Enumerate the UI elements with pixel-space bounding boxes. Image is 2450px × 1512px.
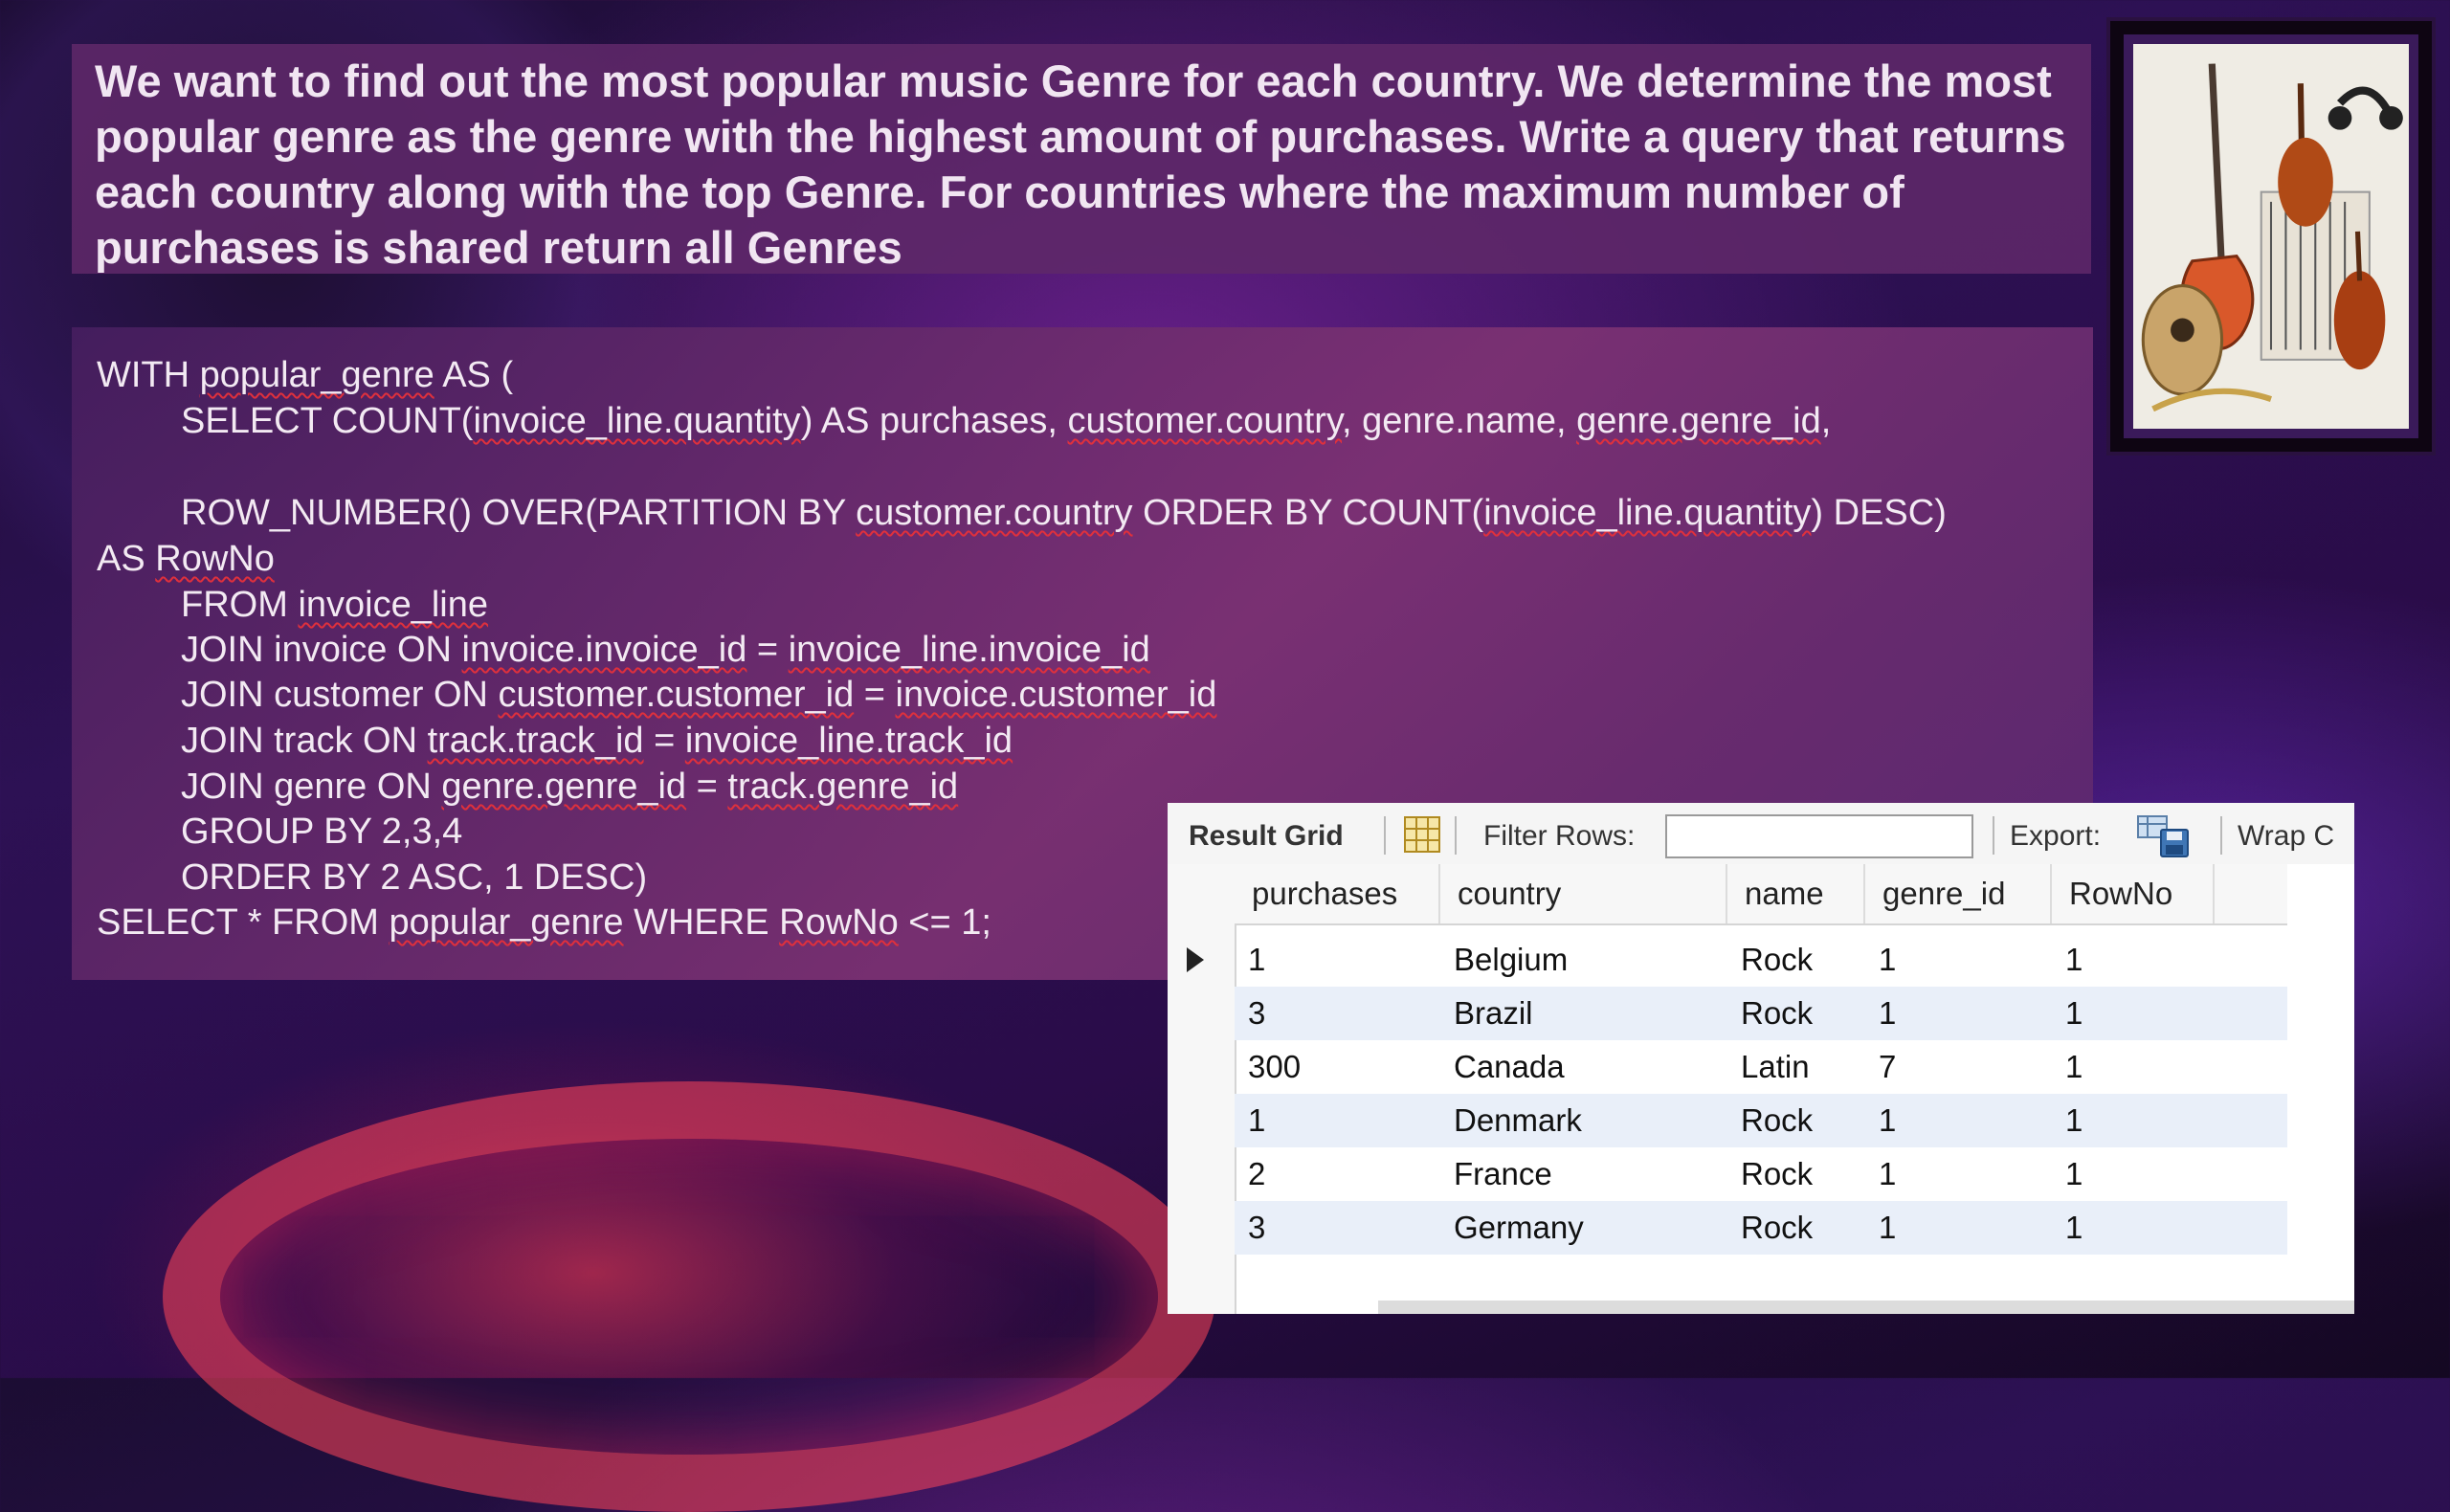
horizontal-scrollbar[interactable] [1378,1301,2354,1314]
code-line-10: GROUP BY 2,3,4 [181,812,463,852]
cell-purchases[interactable]: 2 [1235,1147,1440,1201]
cell-genre-id[interactable]: 1 [1865,1147,2052,1201]
cell-country[interactable]: Germany [1440,1201,1727,1255]
question-box: We want to find out the most popular mus… [72,44,2091,274]
toolbar-separator [1455,816,1457,855]
result-grid[interactable]: purchases country name genre_id RowNo 1 … [1168,864,2354,1314]
instruments-picture-frame [2110,21,2432,452]
cell-country[interactable]: Canada [1440,1040,1727,1094]
cell-name[interactable]: Rock [1727,987,1865,1040]
cell-genre-id[interactable]: 7 [1865,1040,2052,1094]
instruments-illustration [2133,44,2409,429]
wrap-cell-button[interactable]: Wrap C [2238,820,2334,853]
result-grid-icon[interactable] [1402,814,1442,862]
filter-rows-label: Filter Rows: [1483,820,1636,852]
question-text: We want to find out the most popular mus… [95,56,2066,273]
column-header-purchases[interactable]: purchases [1235,864,1440,923]
cell-name[interactable]: Rock [1727,1147,1865,1201]
table-row[interactable]: 2 France Rock 1 1 [1235,1147,2287,1201]
code-line-4: AS RowNo [97,539,275,579]
cell-purchases[interactable]: 1 [1235,1094,1440,1147]
cell-genre-id[interactable]: 1 [1865,933,2052,987]
filter-rows-input[interactable] [1665,814,1973,858]
export-label: Export: [2010,820,2102,852]
column-header-genre-id[interactable]: genre_id [1865,864,2052,923]
cell-name[interactable]: Rock [1727,933,1865,987]
cell-purchases[interactable]: 3 [1235,1201,1440,1255]
current-row-pointer-icon [1187,947,1204,972]
cell-country[interactable]: France [1440,1147,1727,1201]
table-row[interactable]: 3 Brazil Rock 1 1 [1235,987,2287,1040]
table-row[interactable]: 1 Belgium Rock 1 1 [1235,933,2287,987]
code-line-8: JOIN track ON track.track_id = invoice_l… [181,721,1013,761]
table-row[interactable]: 3 Germany Rock 1 1 [1235,1201,2287,1255]
code-line-12: SELECT * FROM popular_genre WHERE RowNo … [97,902,991,943]
code-line-11: ORDER BY 2 ASC, 1 DESC) [181,857,648,898]
code-line-5: FROM invoice_line [181,585,489,625]
result-grid-tab[interactable]: Result Grid [1189,820,1344,853]
code-line-3: ROW_NUMBER() OVER(PARTITION BY customer.… [181,493,1947,533]
cell-rowno[interactable]: 1 [2052,1094,2215,1147]
background-turntable-ring [163,1081,1215,1512]
column-header-country[interactable]: country [1440,864,1727,923]
result-toolbar: Result Grid Filter Rows: Export: Wrap C [1168,803,2354,865]
column-header-name[interactable]: name [1727,864,1865,923]
cell-country[interactable]: Belgium [1440,933,1727,987]
cell-rowno[interactable]: 1 [2052,1147,2215,1201]
code-line-1: WITH popular_genre AS ( [97,355,514,395]
instruments-photo [2124,34,2418,438]
table-row[interactable]: 1 Denmark Rock 1 1 [1235,1094,2287,1147]
cell-country[interactable]: Brazil [1440,987,1727,1040]
result-grid-panel: Result Grid Filter Rows: Export: Wrap C … [1168,803,2354,1314]
table-row[interactable]: 300 Canada Latin 7 1 [1235,1040,2287,1094]
cell-rowno[interactable]: 1 [2052,933,2215,987]
export-save-icon[interactable] [2136,812,2194,866]
cell-country[interactable]: Denmark [1440,1094,1727,1147]
code-line-6: JOIN invoice ON invoice.invoice_id = inv… [181,630,1150,670]
cell-purchases[interactable]: 300 [1235,1040,1440,1094]
cell-genre-id[interactable]: 1 [1865,1094,2052,1147]
cell-genre-id[interactable]: 1 [1865,987,2052,1040]
toolbar-separator [1993,816,1994,855]
toolbar-separator [2220,816,2222,855]
cell-name[interactable]: Rock [1727,1201,1865,1255]
cell-rowno[interactable]: 1 [2052,1201,2215,1255]
cell-genre-id[interactable]: 1 [1865,1201,2052,1255]
cell-rowno[interactable]: 1 [2052,987,2215,1040]
cell-name[interactable]: Latin [1727,1040,1865,1094]
grid-header-row: purchases country name genre_id RowNo [1235,864,2287,925]
code-line-9: JOIN genre ON genre.genre_id = track.gen… [181,767,959,807]
code-line-2: SELECT COUNT(invoice_line.quantity) AS p… [181,401,1832,441]
cell-name[interactable]: Rock [1727,1094,1865,1147]
cell-purchases[interactable]: 1 [1235,933,1440,987]
column-header-rowno[interactable]: RowNo [2052,864,2215,923]
code-line-7: JOIN customer ON customer.customer_id = … [181,675,1217,715]
cell-rowno[interactable]: 1 [2052,1040,2215,1094]
row-gutter [1168,864,1236,1314]
cell-purchases[interactable]: 3 [1235,987,1440,1040]
toolbar-separator [1384,816,1386,855]
